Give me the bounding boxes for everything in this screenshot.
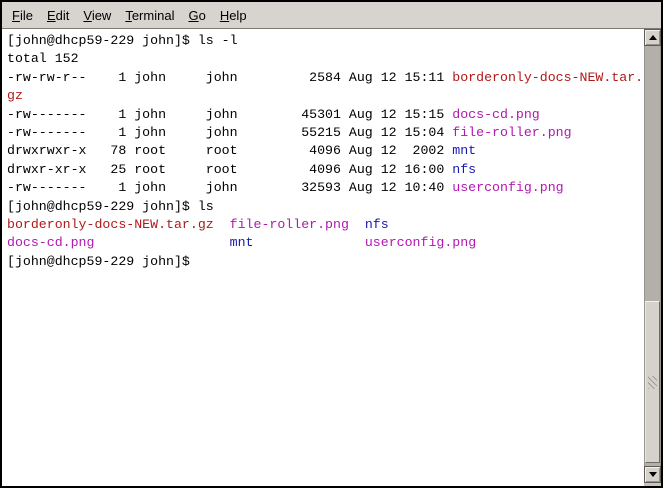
terminal-line: [john@dhcp59-229 john]$ ls -l: [7, 32, 644, 50]
terminal-text-segment: [john@dhcp59-229 john]$ ls -l: [7, 33, 238, 48]
terminal-line: drwxr-xr-x 25 root root 4096 Aug 12 16:0…: [7, 161, 644, 179]
scroll-up-icon: [649, 35, 657, 40]
terminal-line: -rw-rw-r-- 1 john john 2584 Aug 12 15:11…: [7, 69, 644, 87]
terminal-line: -rw------- 1 john john 32593 Aug 12 10:4…: [7, 179, 644, 197]
terminal-text-segment: [349, 217, 365, 232]
menu-bar: FileEditViewTerminalGoHelp: [2, 2, 661, 29]
terminal-screen[interactable]: [john@dhcp59-229 john]$ ls -l total 152 -r…: [2, 29, 644, 486]
terminal-line: [john@dhcp59-229 john]$: [7, 253, 644, 271]
terminal-output: [john@dhcp59-229 john]$ ls -l total 152 -r…: [7, 32, 644, 271]
scrollbar-grip-icon: [648, 376, 657, 389]
terminal-text-segment: [john@dhcp59-229 john]$ ls: [7, 199, 214, 214]
terminal-text-segment: -rw------- 1 john john 32593 Aug 12 10:4…: [7, 180, 452, 195]
terminal-line: docs-cd.png mnt userconfig.png: [7, 234, 644, 252]
menu-item-view[interactable]: View: [76, 4, 118, 27]
menu-accelerator: F: [12, 8, 20, 23]
terminal-line: gz: [7, 87, 644, 105]
terminal-text-segment: mnt: [452, 143, 476, 158]
terminal-text-segment: file-roller.png: [452, 125, 571, 140]
terminal-text-segment: drwxr-xr-x 25 root root 4096 Aug 12 16:0…: [7, 162, 452, 177]
scroll-down-icon: [649, 472, 657, 477]
scroll-up-button[interactable]: [644, 29, 661, 46]
menu-item-help[interactable]: Help: [213, 4, 254, 27]
terminal-line: total 152: [7, 50, 644, 68]
menu-item-terminal[interactable]: Terminal: [118, 4, 181, 27]
menu-item-file[interactable]: File: [5, 4, 40, 27]
scroll-down-button[interactable]: [644, 466, 661, 483]
menu-accelerator: H: [220, 8, 229, 23]
terminal-line: [john@dhcp59-229 john]$ ls: [7, 198, 644, 216]
terminal-text-segment: nfs: [452, 162, 476, 177]
terminal-text-segment: file-roller.png: [230, 217, 349, 232]
terminal-text-segment: userconfig.png: [365, 235, 476, 250]
scrollbar-trough[interactable]: [644, 46, 661, 466]
terminal-line: -rw------- 1 john john 45301 Aug 12 15:1…: [7, 106, 644, 124]
menu-item-go[interactable]: Go: [181, 4, 212, 27]
terminal-text-segment: nfs: [365, 217, 389, 232]
terminal-text-segment: -rw------- 1 john john 45301 Aug 12 15:1…: [7, 107, 452, 122]
terminal-window: FileEditViewTerminalGoHelp [john@dhcp59-…: [0, 0, 663, 488]
menu-accelerator: E: [47, 8, 56, 23]
scrollbar-thumb[interactable]: [645, 301, 660, 463]
terminal-text-segment: borderonly-docs-NEW.tar.: [452, 70, 643, 85]
terminal-line: drwxrwxr-x 78 root root 4096 Aug 12 2002…: [7, 142, 644, 160]
terminal-text-segment: total 152: [7, 51, 79, 66]
terminal-line: -rw------- 1 john john 55215 Aug 12 15:0…: [7, 124, 644, 142]
menu-accelerator: V: [83, 8, 91, 23]
terminal-text-segment: [john@dhcp59-229 john]$: [7, 254, 198, 269]
terminal-text-segment: gz: [7, 88, 23, 103]
menu-item-edit[interactable]: Edit: [40, 4, 76, 27]
terminal-line: borderonly-docs-NEW.tar.gz file-roller.p…: [7, 216, 644, 234]
terminal-text-segment: docs-cd.png: [452, 107, 539, 122]
terminal-text-segment: -rw-rw-r-- 1 john john 2584 Aug 12 15:11: [7, 70, 452, 85]
terminal-text-segment: [94, 235, 229, 250]
terminal-text-segment: mnt: [230, 235, 254, 250]
terminal-text-segment: [214, 217, 230, 232]
terminal-text-segment: drwxrwxr-x 78 root root 4096 Aug 12 2002: [7, 143, 452, 158]
terminal-text-segment: userconfig.png: [452, 180, 563, 195]
menu-accelerator: G: [188, 8, 198, 23]
terminal-text-segment: [254, 235, 365, 250]
terminal-text-segment: -rw------- 1 john john 55215 Aug 12 15:0…: [7, 125, 452, 140]
terminal-text-segment: docs-cd.png: [7, 235, 94, 250]
terminal-text-segment: borderonly-docs-NEW.tar.gz: [7, 217, 214, 232]
scrollbar[interactable]: [644, 29, 661, 486]
menu-accelerator: T: [125, 8, 132, 23]
terminal-main-area: [john@dhcp59-229 john]$ ls -l total 152 -r…: [2, 29, 661, 486]
